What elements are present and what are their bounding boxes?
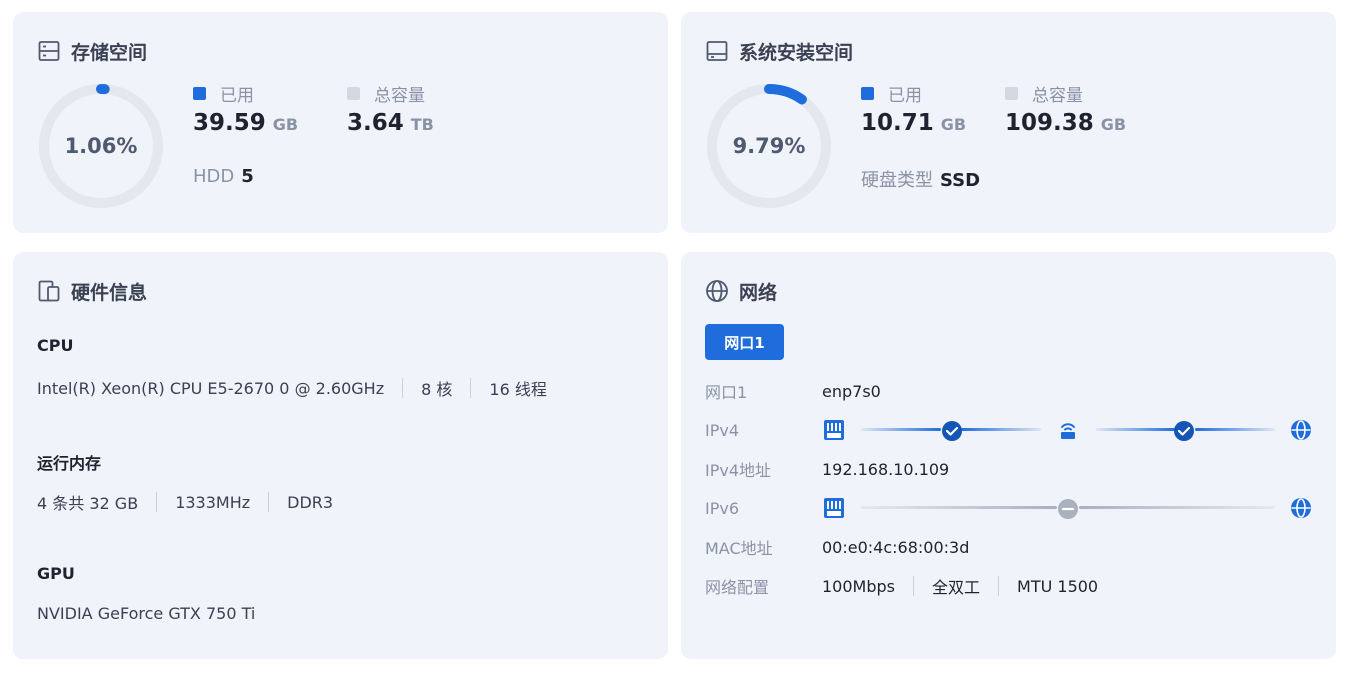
- storage-percent: 1.06%: [64, 134, 138, 158]
- cpu-cores: 8 核: [421, 380, 453, 399]
- internet-icon: [1289, 496, 1313, 520]
- divider: [470, 378, 472, 398]
- system-usage-ring: 9.79%: [705, 82, 833, 210]
- system-title: 系统安装空间: [739, 41, 854, 64]
- system-space-card: 系统安装空间 9.79% 已用 10.71 GB 总容量 109.38 GB 硬…: [681, 12, 1336, 233]
- config-duplex: 全双工: [932, 578, 981, 597]
- hdd-label: HDD: [193, 166, 235, 187]
- drive-icon: [705, 39, 729, 63]
- storage-title: 存储空间: [71, 41, 148, 64]
- total-legend-swatch: [1005, 86, 1018, 100]
- hdd-value: 5: [241, 166, 254, 187]
- mac-label: MAC地址: [705, 539, 773, 558]
- system-percent: 9.79%: [732, 134, 806, 158]
- network-title: 网络: [739, 281, 778, 304]
- ethernet-port-icon: [822, 496, 846, 520]
- hardware-title: 硬件信息: [71, 281, 148, 304]
- config-values: 100Mbps 全双工 MTU 1500: [822, 574, 1098, 598]
- globe-icon: [705, 279, 729, 303]
- ram-type: DDR3: [287, 492, 334, 512]
- hardware-card: 硬件信息 CPU Intel(R) Xeon(R) CPU E5-2670 0 …: [13, 252, 668, 659]
- ipv4-link-line: [861, 428, 941, 431]
- router-icon: [1056, 418, 1080, 442]
- total-label: 总容量: [374, 85, 425, 106]
- total-unit: GB: [1100, 115, 1127, 134]
- system-used-stat: 已用 10.71 GB: [861, 82, 966, 136]
- network-card-title: 网络: [705, 278, 777, 304]
- internet-icon: [1289, 418, 1313, 442]
- ram-speed: 1333MHz: [175, 492, 251, 512]
- port-row: 网口1 enp7s0: [705, 379, 881, 403]
- devices-icon: [37, 279, 61, 303]
- disk-type-label: 硬盘类型: [861, 170, 933, 191]
- config-label: 网络配置: [705, 578, 770, 597]
- check-circle-icon: [941, 420, 963, 442]
- divider: [998, 576, 1000, 596]
- used-label: 已用: [888, 85, 922, 106]
- ethernet-port-icon: [822, 418, 846, 442]
- mac-row: MAC地址 00:e0:4c:68:00:3d: [705, 535, 969, 559]
- system-total-stat: 总容量 109.38 GB: [1005, 82, 1126, 136]
- config-mtu: MTU 1500: [1017, 576, 1099, 596]
- total-value: 3.64: [347, 110, 404, 136]
- ram-details: 4 条共 32 GB 1333MHz DDR3: [37, 490, 333, 514]
- ipv4-link-line: [961, 428, 1041, 431]
- ipv4-link-line: [1195, 428, 1275, 431]
- storage-icon: [37, 39, 61, 63]
- used-unit: GB: [272, 115, 299, 134]
- cpu-model: Intel(R) Xeon(R) CPU E5-2670 0 @ 2.60GHz: [37, 378, 385, 398]
- cpu-threads: 16 线程: [489, 380, 547, 399]
- system-card-title: 系统安装空间: [705, 38, 853, 64]
- cpu-details: Intel(R) Xeon(R) CPU E5-2670 0 @ 2.60GHz…: [37, 376, 547, 400]
- gpu-heading: GPU: [37, 564, 75, 583]
- total-label: 总容量: [1032, 85, 1083, 106]
- ipv6-label: IPv6: [705, 498, 740, 518]
- storage-card-title: 存储空间: [37, 38, 147, 64]
- divider: [913, 576, 914, 596]
- disk-type-value: SSD: [940, 170, 981, 191]
- minus-circle-icon: [1057, 498, 1079, 520]
- ipv4-row: IPv4: [705, 418, 822, 442]
- hardware-card-title: 硬件信息: [37, 278, 147, 304]
- storage-used-stat: 已用 39.59 GB: [193, 82, 298, 136]
- divider: [268, 492, 270, 512]
- ipv4-addr-row: IPv4地址 192.168.10.109: [705, 457, 949, 481]
- divider: [402, 378, 404, 398]
- tab-port1[interactable]: 网口1: [705, 324, 784, 360]
- mac-value: 00:e0:4c:68:00:3d: [822, 537, 970, 557]
- hdd-count: HDD 5: [193, 166, 254, 187]
- port-label: 网口1: [705, 383, 748, 402]
- used-legend-swatch: [193, 86, 206, 100]
- used-label: 已用: [220, 85, 254, 106]
- config-speed: 100Mbps: [822, 576, 895, 596]
- ipv4-addr-value: 192.168.10.109: [822, 459, 950, 479]
- network-card: 网络 网口1 网口1 enp7s0 IPv4 IPv4地址 192.168.10…: [681, 252, 1336, 659]
- ram-modules: 4 条共 32 GB: [37, 494, 139, 513]
- total-unit: TB: [410, 115, 434, 134]
- config-row: 网络配置 100Mbps 全双工 MTU 1500: [705, 574, 1098, 598]
- used-value: 10.71: [861, 110, 934, 136]
- check-circle-icon: [1173, 420, 1195, 442]
- total-legend-swatch: [347, 86, 360, 100]
- total-value: 109.38: [1005, 110, 1094, 136]
- gpu-model: NVIDIA GeForce GTX 750 Ti: [37, 604, 256, 623]
- port-value: enp7s0: [822, 381, 881, 401]
- gpu-details: NVIDIA GeForce GTX 750 Ti: [37, 604, 255, 623]
- storage-card: 存储空间 1.06% 已用 39.59 GB 总容量 3.64 TB HDD 5: [13, 12, 668, 233]
- ipv6-link-line: [861, 506, 1057, 509]
- disk-type: 硬盘类型 SSD: [861, 166, 980, 192]
- ram-heading: 运行内存: [37, 454, 102, 473]
- used-legend-swatch: [861, 86, 874, 100]
- ipv4-link-line: [1096, 428, 1176, 431]
- cpu-heading: CPU: [37, 336, 74, 355]
- storage-total-stat: 总容量 3.64 TB: [347, 82, 434, 136]
- divider: [156, 492, 158, 512]
- ipv4-label: IPv4: [705, 420, 740, 440]
- used-unit: GB: [940, 115, 967, 134]
- storage-usage-ring: 1.06%: [37, 82, 165, 210]
- ipv4-addr-label: IPv4地址: [705, 461, 772, 480]
- ipv6-link-line: [1079, 506, 1275, 509]
- used-value: 39.59: [193, 110, 266, 136]
- ipv6-row: IPv6: [705, 496, 822, 520]
